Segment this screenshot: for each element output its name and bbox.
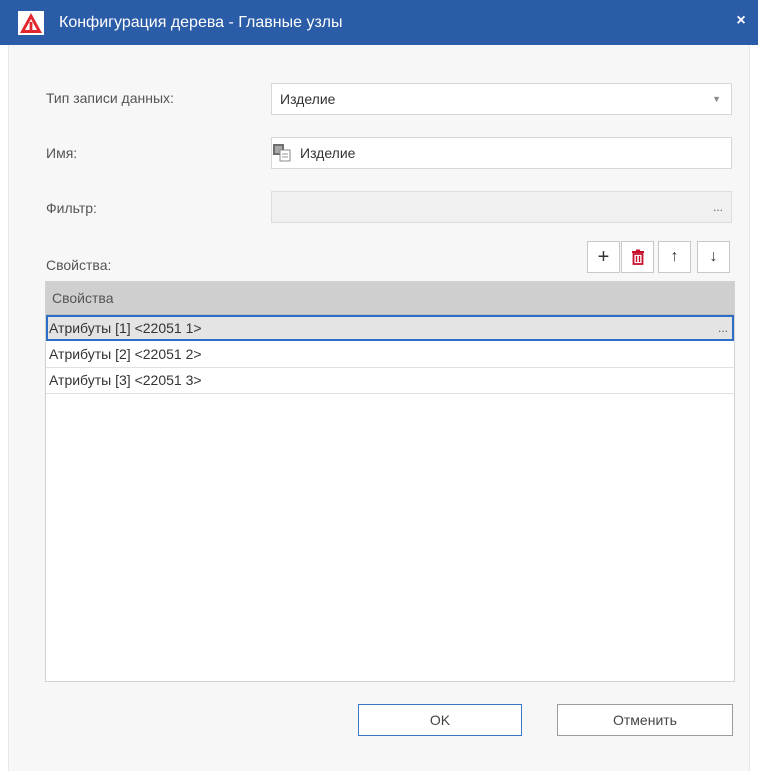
record-type-select[interactable]: Изделие ▼: [271, 83, 732, 115]
properties-grid: Свойства Атрибуты [1] <22051 1> ... Атри…: [45, 281, 735, 682]
move-up-button[interactable]: ↑: [658, 241, 691, 273]
close-button[interactable]: ×: [728, 9, 754, 33]
cancel-button[interactable]: Отменить: [557, 704, 733, 736]
table-row[interactable]: Атрибуты [2] <22051 2>: [46, 342, 734, 368]
filter-browse-button[interactable]: ...: [713, 192, 723, 222]
row-text: Атрибуты [3] <22051 3>: [49, 372, 202, 388]
chevron-down-icon: ▼: [712, 94, 721, 104]
plus-icon: +: [597, 246, 610, 268]
ok-button[interactable]: OK: [358, 704, 522, 736]
row-text: Атрибуты [2] <22051 2>: [49, 346, 202, 362]
dialog-window: Конфигурация дерева - Главные узлы × Тип…: [0, 0, 758, 771]
table-row[interactable]: Атрибуты [1] <22051 1> ...: [46, 315, 734, 341]
filter-label: Фильтр:: [46, 200, 97, 216]
grid-column-header-label: Свойства: [52, 290, 114, 306]
row-edit-button[interactable]: ...: [718, 317, 728, 339]
app-logo-icon: [18, 11, 44, 35]
row-text: Атрибуты [1] <22051 1>: [49, 320, 202, 336]
name-label: Имя:: [46, 145, 78, 161]
record-type-label: Тип записи данных:: [46, 90, 174, 106]
title-bar: Конфигурация дерева - Главные узлы ×: [0, 0, 758, 45]
trash-icon: [631, 249, 645, 269]
delete-property-button[interactable]: [621, 241, 654, 273]
record-type-value: Изделие: [280, 91, 336, 107]
window-title: Конфигурация дерева - Главные узлы: [59, 14, 343, 31]
table-row[interactable]: Атрибуты [3] <22051 3>: [46, 368, 734, 394]
grid-column-header[interactable]: Свойства: [46, 282, 734, 315]
arrow-down-icon: ↓: [709, 248, 718, 265]
properties-label: Свойства:: [46, 257, 112, 273]
add-property-button[interactable]: +: [587, 241, 620, 273]
arrow-up-icon: ↑: [670, 248, 679, 265]
move-down-button[interactable]: ↓: [697, 241, 730, 273]
name-value: Изделие: [300, 145, 356, 161]
filter-field[interactable]: ...: [271, 191, 732, 223]
name-field[interactable]: Изделие: [271, 137, 732, 169]
item-type-icon: [272, 143, 292, 163]
